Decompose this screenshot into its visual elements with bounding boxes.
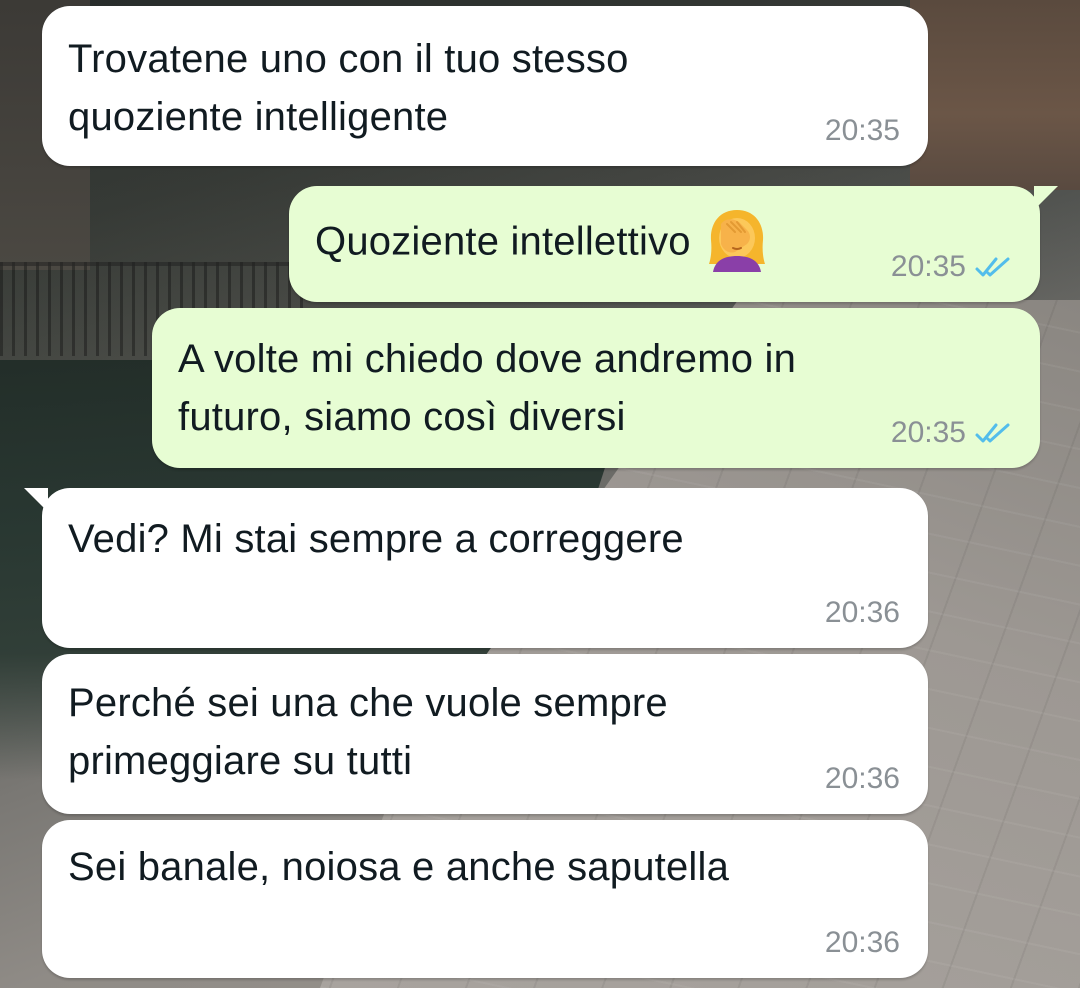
message-meta: 20:36 [825, 926, 900, 960]
message-bubble-incoming[interactable]: Sei banale, noiosa e anche saputella 20:… [42, 820, 928, 978]
message-meta: 20:35 [891, 416, 1012, 450]
message-bubble-incoming[interactable]: Trovatene uno con il tuo stesso quozient… [42, 6, 928, 166]
message-timestamp: 20:35 [890, 416, 966, 449]
message-bubble-incoming[interactable]: Perché sei una che vuole sempre primeggi… [42, 654, 928, 814]
message-timestamp: 20:35 [890, 250, 966, 283]
wallpaper-building-right [910, 0, 1080, 190]
message-content: Quoziente intellettivo [315, 210, 771, 278]
message-bubble-outgoing[interactable]: Quoziente intellettivo 20:35 [289, 186, 1058, 302]
message-timestamp: 20:36 [824, 762, 900, 795]
message-meta: 20:35 [891, 250, 1012, 284]
message-text: Vedi? Mi stai sempre a correggere [68, 517, 684, 561]
message-text: Quoziente intellettivo [315, 219, 691, 264]
bubble-tail [1034, 186, 1058, 210]
message-bubble-outgoing[interactable]: A volte mi chiedo dove andremo in futuro… [152, 308, 1040, 468]
bubble-tail [24, 488, 48, 512]
message-meta: 20:36 [825, 596, 900, 630]
message-text: Trovatene uno con il tuo stesso quozient… [68, 37, 629, 139]
woman-facepalming-icon [703, 206, 771, 274]
message-timestamp: 20:35 [824, 114, 900, 147]
message-text: Sei banale, noiosa e anche saputella [68, 845, 730, 889]
message-text: A volte mi chiedo dove andremo in futuro… [178, 337, 797, 439]
read-ticks-icon [974, 421, 1012, 445]
message-meta: 20:36 [825, 762, 900, 796]
message-meta: 20:35 [825, 114, 900, 148]
message-timestamp: 20:36 [824, 596, 900, 629]
message-timestamp: 20:36 [824, 926, 900, 959]
message-text: Perché sei una che vuole sempre primeggi… [68, 681, 668, 783]
message-bubble-incoming[interactable]: Vedi? Mi stai sempre a correggere 20:36 [24, 488, 928, 648]
read-ticks-icon [974, 255, 1012, 279]
